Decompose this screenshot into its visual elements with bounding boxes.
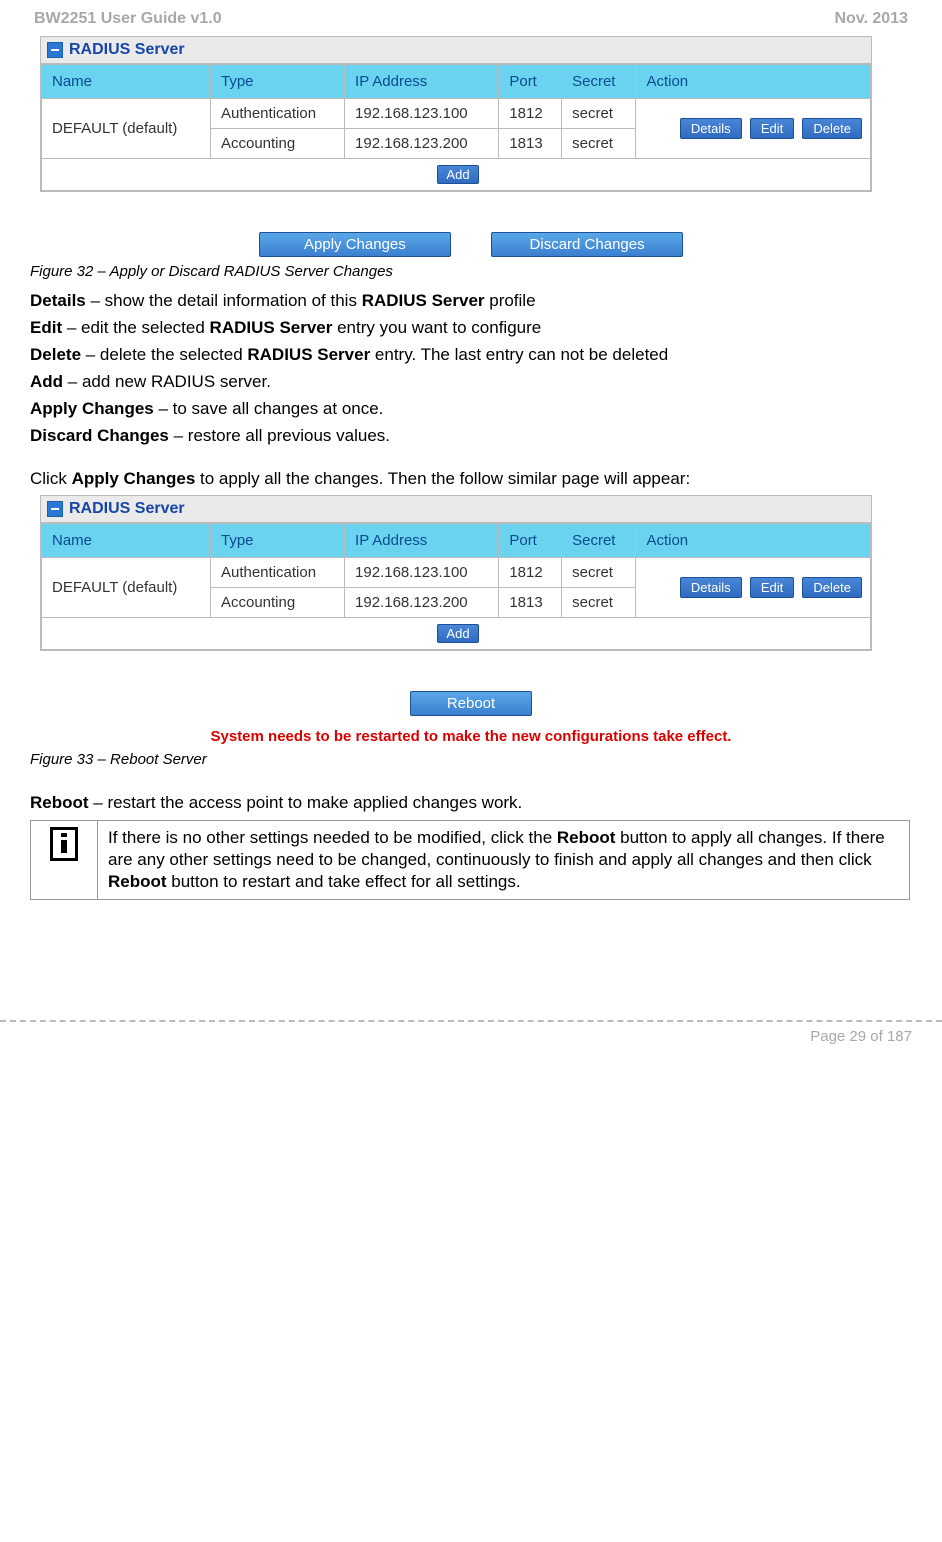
collapse-icon: [47, 42, 63, 58]
edit-button[interactable]: Edit: [750, 118, 794, 139]
info-icon: [50, 827, 78, 861]
def-term: Reboot: [30, 793, 89, 812]
details-button[interactable]: Details: [680, 118, 742, 139]
cell-type: Accounting: [210, 587, 344, 617]
col-secret: Secret: [562, 523, 636, 557]
cell-port: 1812: [499, 99, 562, 129]
page-footer: Page 29 of 187: [0, 1020, 942, 1055]
cell-ip: 192.168.123.100: [345, 557, 499, 587]
col-action: Action: [636, 523, 871, 557]
apply-changes-button[interactable]: Apply Changes: [259, 232, 451, 257]
cell-port: 1813: [499, 587, 562, 617]
add-button[interactable]: Add: [437, 165, 478, 184]
cell-port: 1812: [499, 557, 562, 587]
info-box: If there is no other settings needed to …: [30, 820, 910, 900]
def-text: – edit the selected: [62, 318, 209, 337]
def-term: Discard Changes: [30, 426, 169, 445]
cell-name: DEFAULT (default): [42, 99, 211, 159]
def-text: – restore all previous values.: [169, 426, 390, 445]
def-term2: RADIUS Server: [362, 291, 485, 310]
col-port: Port: [499, 65, 562, 99]
info-seg: button to restart and take effect for al…: [167, 872, 521, 891]
col-name: Name: [42, 523, 211, 557]
col-action: Action: [636, 65, 871, 99]
cell-secret: secret: [562, 557, 636, 587]
def-term2: RADIUS Server: [210, 318, 333, 337]
collapse-icon: [47, 501, 63, 517]
def-term: Apply Changes: [30, 399, 154, 418]
col-type: Type: [210, 523, 344, 557]
figure-33-caption: Figure 33 – Reboot Server: [30, 751, 912, 768]
def-term2: RADIUS Server: [247, 345, 370, 364]
add-button[interactable]: Add: [437, 624, 478, 643]
def-text: – delete the selected: [81, 345, 247, 364]
delete-button[interactable]: Delete: [802, 118, 862, 139]
def-term: Add: [30, 372, 63, 391]
col-type: Type: [210, 65, 344, 99]
col-secret: Secret: [562, 65, 636, 99]
cell-secret: secret: [562, 99, 636, 129]
info-text: If there is no other settings needed to …: [98, 820, 910, 899]
cell-secret: secret: [562, 587, 636, 617]
def-text: – restart the access point to make appli…: [89, 793, 523, 812]
def-tail: entry. The last entry can not be deleted: [370, 345, 668, 364]
def-term: Delete: [30, 345, 81, 364]
doc-date: Nov. 2013: [834, 10, 908, 28]
def-term: Details: [30, 291, 86, 310]
cell-type: Accounting: [210, 129, 344, 159]
cell-name: DEFAULT (default): [42, 557, 211, 617]
doc-title: BW2251 User Guide v1.0: [34, 10, 222, 28]
def-text: – to save all changes at once.: [154, 399, 384, 418]
col-ip: IP Address: [345, 65, 499, 99]
panel-title: RADIUS Server: [69, 41, 185, 59]
click-post: to apply all the changes. Then the follo…: [195, 469, 690, 488]
cell-type: Authentication: [210, 99, 344, 129]
cell-port: 1813: [499, 129, 562, 159]
def-text: – add new RADIUS server.: [63, 372, 271, 391]
delete-button[interactable]: Delete: [802, 577, 862, 598]
panel-title: RADIUS Server: [69, 500, 185, 518]
reboot-button[interactable]: Reboot: [410, 691, 532, 716]
details-button[interactable]: Details: [680, 577, 742, 598]
info-seg: If there is no other settings needed to …: [108, 828, 557, 847]
def-term: Edit: [30, 318, 62, 337]
def-text: – show the detail information of this: [86, 291, 362, 310]
cell-type: Authentication: [210, 557, 344, 587]
col-ip: IP Address: [345, 523, 499, 557]
restart-warning: System needs to be restarted to make the…: [30, 728, 912, 745]
info-seg: Reboot: [108, 872, 167, 891]
click-bold: Apply Changes: [72, 469, 196, 488]
def-tail: profile: [485, 291, 536, 310]
cell-secret: secret: [562, 129, 636, 159]
cell-ip: 192.168.123.200: [345, 129, 499, 159]
figure-32-caption: Figure 32 – Apply or Discard RADIUS Serv…: [30, 263, 912, 280]
col-name: Name: [42, 65, 211, 99]
discard-changes-button[interactable]: Discard Changes: [491, 232, 683, 257]
radius-panel-1: RADIUS Server Name Type IP Address Port …: [40, 36, 872, 192]
click-pre: Click: [30, 469, 72, 488]
radius-panel-2: RADIUS Server Name Type IP Address Port …: [40, 495, 872, 651]
edit-button[interactable]: Edit: [750, 577, 794, 598]
def-tail: entry you want to configure: [332, 318, 541, 337]
cell-ip: 192.168.123.100: [345, 99, 499, 129]
col-port: Port: [499, 523, 562, 557]
info-seg: Reboot: [557, 828, 616, 847]
cell-ip: 192.168.123.200: [345, 587, 499, 617]
